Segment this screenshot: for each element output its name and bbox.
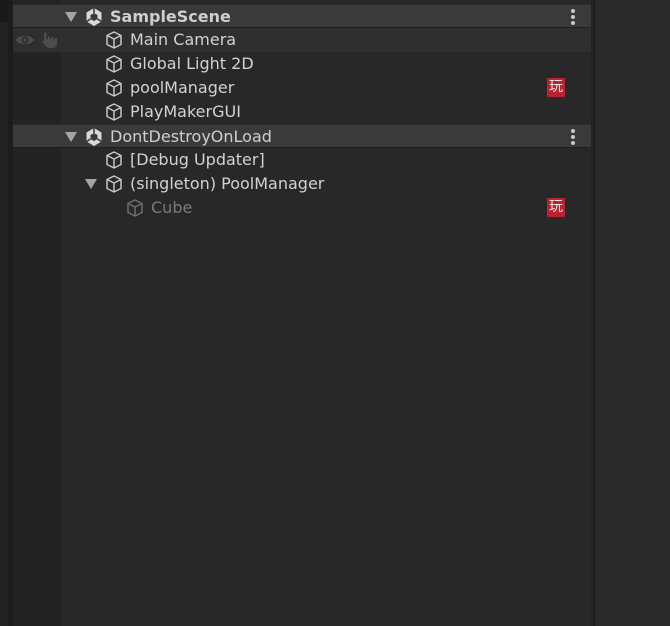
unity-scene-icon	[86, 128, 102, 146]
playmaker-fsm-icon[interactable]: 玩	[547, 78, 565, 97]
cube-icon	[106, 79, 122, 97]
cube-icon	[106, 31, 122, 49]
hierarchy-item-debug-updater[interactable]: [Debug Updater]	[13, 148, 591, 172]
hierarchy-item-poolmanager[interactable]: poolManager 玩	[13, 76, 591, 100]
kebab-menu-icon[interactable]	[565, 128, 581, 146]
unity-scene-icon	[86, 8, 102, 26]
scene-name: DontDestroyOnLoad	[110, 127, 272, 146]
hand-icon[interactable]	[40, 31, 60, 49]
item-label: poolManager	[130, 78, 235, 97]
foldout-arrow-icon[interactable]	[65, 132, 77, 142]
item-label: PlayMakerGUI	[130, 102, 241, 121]
hierarchy-item-main-camera[interactable]: Main Camera	[13, 28, 591, 52]
item-label: Cube	[151, 198, 193, 217]
foldout-arrow-icon[interactable]	[65, 12, 77, 22]
kebab-menu-icon[interactable]	[565, 8, 581, 26]
item-label: Global Light 2D	[130, 54, 254, 73]
scene-row-samplescene[interactable]: SampleScene	[13, 4, 591, 28]
hierarchy-item-cube[interactable]: Cube 玩	[13, 196, 591, 220]
window-left-edge	[0, 0, 8, 626]
cube-icon	[106, 55, 122, 73]
hierarchy-item-global-light-2d[interactable]: Global Light 2D	[13, 52, 591, 76]
scene-name: SampleScene	[110, 7, 231, 26]
playmaker-fsm-icon[interactable]: 玩	[547, 198, 565, 217]
item-label: Main Camera	[130, 30, 237, 49]
adjacent-panel	[594, 0, 670, 626]
cube-icon	[127, 199, 143, 217]
hierarchy-item-playmakergui[interactable]: PlayMakerGUI	[13, 100, 591, 124]
hierarchy-item-singleton-poolmanager[interactable]: (singleton) PoolManager	[13, 172, 591, 196]
visibility-cell	[13, 28, 61, 52]
cube-icon	[106, 175, 122, 193]
foldout-arrow-icon[interactable]	[85, 179, 97, 189]
item-label: [Debug Updater]	[130, 150, 265, 169]
cube-icon	[106, 151, 122, 169]
item-label: (singleton) PoolManager	[130, 174, 325, 193]
scene-row-dontdestroyonload[interactable]: DontDestroyOnLoad	[13, 124, 591, 148]
cube-icon	[106, 103, 122, 121]
eye-icon[interactable]	[15, 32, 35, 48]
window-left-notch	[0, 0, 8, 22]
